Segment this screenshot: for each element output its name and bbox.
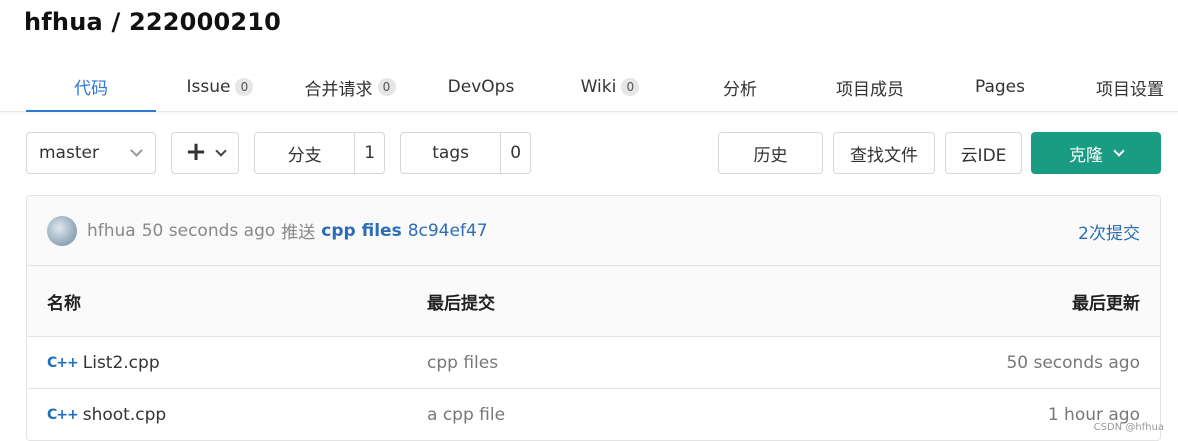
tags-button[interactable]: tags 0: [400, 132, 531, 174]
commit-count-link[interactable]: 2次提交: [1078, 196, 1140, 266]
avatar[interactable]: [47, 215, 77, 246]
file-name-link[interactable]: shoot.cpp: [83, 405, 166, 425]
tab-label: 合并请求: [304, 79, 373, 100]
repo-title: hfhua / 222000210: [24, 8, 282, 36]
file-last-commit-link[interactable]: cpp files: [427, 337, 498, 388]
tab-label: 分析: [723, 79, 757, 100]
tab-label: Pages: [974, 77, 1025, 97]
commit-author[interactable]: hfhua: [87, 221, 136, 241]
tab-issue[interactable]: Issue 0: [160, 62, 280, 112]
commit-action: 推送: [281, 223, 316, 243]
file-last-commit-link[interactable]: a cpp file: [427, 389, 505, 440]
tab-analytics[interactable]: 分析: [680, 62, 800, 112]
commit-time: 50 seconds ago: [141, 220, 276, 241]
table-header: 名称 最后提交 最后更新: [27, 266, 1160, 337]
column-header-last-update: 最后更新: [1072, 293, 1140, 314]
tab-label: DevOps: [447, 77, 515, 97]
clone-button[interactable]: 克隆: [1031, 132, 1161, 174]
tags-count: 0: [510, 143, 522, 163]
plus-icon: +: [185, 136, 207, 167]
merge-request-count-badge: 0: [377, 78, 396, 96]
column-header-last-commit: 最后提交: [427, 293, 495, 314]
tags-label: tags: [432, 143, 469, 163]
tab-label: 项目设置: [1096, 79, 1164, 100]
chevron-down-icon: [1113, 144, 1125, 157]
cloud-ide-button[interactable]: 云IDE: [945, 132, 1022, 174]
tab-label: Wiki: [580, 77, 617, 97]
file-name-cell: C++ List2.cpp: [47, 337, 160, 388]
file-name-cell: C++ shoot.cpp: [47, 389, 166, 440]
repo-toolbar: master + 分支 1 tags 0 历史 查找文件 云IDE 克隆: [0, 132, 1178, 174]
tab-label: Issue: [186, 77, 231, 97]
table-row: C++ List2.cpp cpp files 50 seconds ago: [27, 337, 1160, 389]
file-name-link[interactable]: List2.cpp: [83, 353, 160, 373]
table-row: C++ shoot.cpp a cpp file 1 hour ago: [27, 389, 1160, 440]
tab-members[interactable]: 项目成员: [810, 62, 930, 112]
tab-settings[interactable]: 项目设置: [1080, 62, 1178, 112]
find-file-button[interactable]: 查找文件: [833, 132, 935, 174]
branches-count: 1: [364, 143, 376, 163]
tab-merge-requests[interactable]: 合并请求 0: [290, 62, 410, 112]
branches-label: 分支: [287, 145, 322, 166]
file-updated-time: 50 seconds ago: [1006, 352, 1140, 373]
clone-label: 克隆: [1069, 145, 1103, 166]
cpp-file-icon: C++: [47, 354, 79, 371]
tab-wiki[interactable]: Wiki 0: [550, 62, 670, 112]
latest-commit-bar: hfhua 50 seconds ago 推送 cpp files 8c94ef…: [27, 196, 1160, 266]
cpp-file-icon: C++: [47, 406, 79, 423]
history-button[interactable]: 历史: [718, 132, 823, 174]
tab-devops[interactable]: DevOps: [421, 62, 541, 112]
branch-select[interactable]: master: [26, 132, 156, 174]
tab-code[interactable]: 代码: [26, 62, 156, 112]
tab-label: 代码: [74, 78, 108, 99]
commit-message-link[interactable]: cpp files: [321, 221, 401, 241]
branch-name: master: [39, 143, 99, 163]
issue-count-badge: 0: [235, 78, 254, 96]
branches-button[interactable]: 分支 1: [254, 132, 385, 174]
add-dropdown-button[interactable]: +: [171, 132, 239, 174]
chevron-down-icon: [215, 144, 227, 157]
tab-pages[interactable]: Pages: [940, 62, 1060, 112]
commit-hash-link[interactable]: 8c94ef47: [408, 221, 488, 241]
column-header-name: 名称: [47, 293, 81, 314]
watermark: CSDN @hfhua: [1093, 422, 1164, 433]
file-browser-panel: hfhua 50 seconds ago 推送 cpp files 8c94ef…: [26, 195, 1161, 441]
wiki-count-badge: 0: [621, 78, 640, 96]
project-tabs: 代码 Issue 0 合并请求 0 DevOps Wiki 0 分析 项目成员 …: [0, 62, 1178, 112]
chevron-down-icon: [130, 144, 143, 157]
tab-label: 项目成员: [836, 79, 904, 100]
